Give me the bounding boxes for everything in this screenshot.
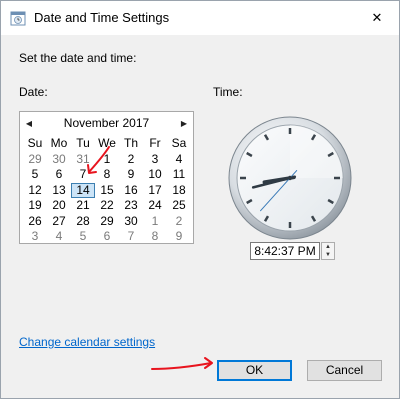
calendar-day[interactable]: 13	[47, 183, 71, 199]
calendar-day[interactable]: 18	[167, 183, 191, 199]
calendar-day[interactable]: 7	[119, 229, 143, 245]
ok-button[interactable]: OK	[217, 360, 292, 381]
window-title: Date and Time Settings	[34, 10, 170, 25]
calendar-day[interactable]: 2	[119, 152, 143, 168]
calendar-day[interactable]: 6	[47, 167, 71, 183]
calendar-header: ◀ November 2017 ▶	[20, 114, 193, 132]
calendar-day[interactable]: 6	[95, 229, 119, 245]
arrow-up-icon: ▲	[325, 244, 331, 250]
calendar-day[interactable]: 4	[47, 229, 71, 245]
change-calendar-settings-link[interactable]: Change calendar settings	[19, 335, 155, 349]
month-year-title[interactable]: November 2017	[64, 116, 149, 130]
calendar-day[interactable]: 24	[143, 198, 167, 214]
calendar-day-selected[interactable]: 14	[71, 182, 95, 198]
calendar-day[interactable]: 9	[167, 229, 191, 245]
calendar-day[interactable]: 17	[143, 183, 167, 199]
prev-month-button[interactable]: ◀	[20, 114, 38, 132]
weekday-label: Th	[123, 136, 138, 150]
date-label: Date:	[19, 85, 48, 99]
time-label: Time:	[213, 85, 243, 99]
calendar-day[interactable]: 29	[95, 214, 119, 230]
calendar-day[interactable]: 28	[71, 214, 95, 230]
weekday-label: Su	[27, 136, 43, 150]
date-time-settings-dialog: Date and Time Settings ✕ Set the date an…	[0, 0, 400, 399]
calendar-day[interactable]: 15	[95, 183, 119, 199]
close-icon: ✕	[371, 10, 383, 25]
weekday-label: Sa	[171, 136, 187, 150]
calendar: ◀ November 2017 ▶ Su Mo Tu We Th Fr Sa 29 30 31 1 2…	[19, 111, 194, 244]
calendar-day[interactable]: 30	[47, 152, 71, 168]
calendar-day[interactable]: 21	[71, 198, 95, 214]
calendar-day[interactable]: 26	[23, 214, 47, 230]
calendar-day[interactable]: 11	[167, 167, 191, 183]
calendar-day[interactable]: 10	[143, 167, 167, 183]
calendar-grid: Su Mo Tu We Th Fr Sa 29 30 31 1 2 3 4 5 6 7 8 9 10 11 12 13 14 1…	[23, 136, 191, 245]
cancel-button[interactable]: Cancel	[307, 360, 382, 381]
analog-clock	[228, 116, 352, 240]
calendar-day[interactable]: 30	[119, 214, 143, 230]
calendar-day[interactable]: 29	[23, 152, 47, 168]
calendar-week-row: 26 27 28 29 30 1 2	[23, 214, 191, 230]
calendar-clock-icon	[10, 11, 26, 26]
time-down-button[interactable]: ▼	[322, 251, 334, 259]
calendar-day[interactable]: 8	[143, 229, 167, 245]
time-input[interactable]: 8:42:37 PM	[250, 242, 320, 260]
calendar-week-row: 3456789	[23, 229, 191, 245]
calendar-week-row: 12 13 14 15 16 17 18	[23, 182, 191, 199]
calendar-day[interactable]: 20	[47, 198, 71, 214]
chevron-right-icon: ▶	[180, 118, 188, 128]
calendar-week-row: 29 30 31 1 2 3 4	[23, 152, 191, 168]
weekday-label: Mo	[50, 136, 68, 150]
calendar-day[interactable]: 3	[23, 229, 47, 245]
calendar-day[interactable]: 1	[143, 214, 167, 230]
chevron-left-icon: ◀	[25, 118, 33, 128]
instruction-text: Set the date and time:	[19, 51, 137, 65]
title-bar: Date and Time Settings ✕	[1, 1, 399, 35]
calendar-day[interactable]: 22	[95, 198, 119, 214]
calendar-day[interactable]: 16	[119, 183, 143, 199]
calendar-week-row: 19 20 21 22 23 24 25	[23, 198, 191, 214]
calendar-day[interactable]: 9	[119, 167, 143, 183]
calendar-day[interactable]: 12	[23, 183, 47, 199]
dialog-content: Set the date and time: Date: Time: ◀ Nov…	[1, 35, 399, 398]
close-button[interactable]: ✕	[355, 1, 399, 35]
calendar-day[interactable]: 27	[47, 214, 71, 230]
calendar-week-row: 5 6 7 8 9 10 11	[23, 167, 191, 183]
time-spinner: ▲ ▼	[321, 242, 335, 260]
weekday-label: Tu	[76, 136, 90, 150]
calendar-day[interactable]: 4	[167, 152, 191, 168]
weekday-label: We	[98, 136, 116, 150]
calendar-day[interactable]: 19	[23, 198, 47, 214]
calendar-day[interactable]: 2	[167, 214, 191, 230]
calendar-day[interactable]: 7	[71, 167, 95, 183]
weekday-header-row: Su Mo Tu We Th Fr Sa	[23, 136, 191, 152]
calendar-day[interactable]: 3	[143, 152, 167, 168]
calendar-day[interactable]: 8	[95, 167, 119, 183]
clock-glare	[290, 125, 343, 178]
weekday-label: Fr	[149, 136, 161, 150]
calendar-day[interactable]: 25	[167, 198, 191, 214]
time-up-button[interactable]: ▲	[322, 243, 334, 251]
calendar-day[interactable]: 23	[119, 198, 143, 214]
calendar-day[interactable]: 1	[95, 152, 119, 168]
next-month-button[interactable]: ▶	[175, 114, 193, 132]
clock-center	[287, 175, 293, 181]
calendar-day[interactable]: 31	[71, 152, 95, 168]
calendar-day[interactable]: 5	[23, 167, 47, 183]
calendar-day[interactable]: 5	[71, 229, 95, 245]
arrow-down-icon: ▼	[325, 252, 331, 258]
